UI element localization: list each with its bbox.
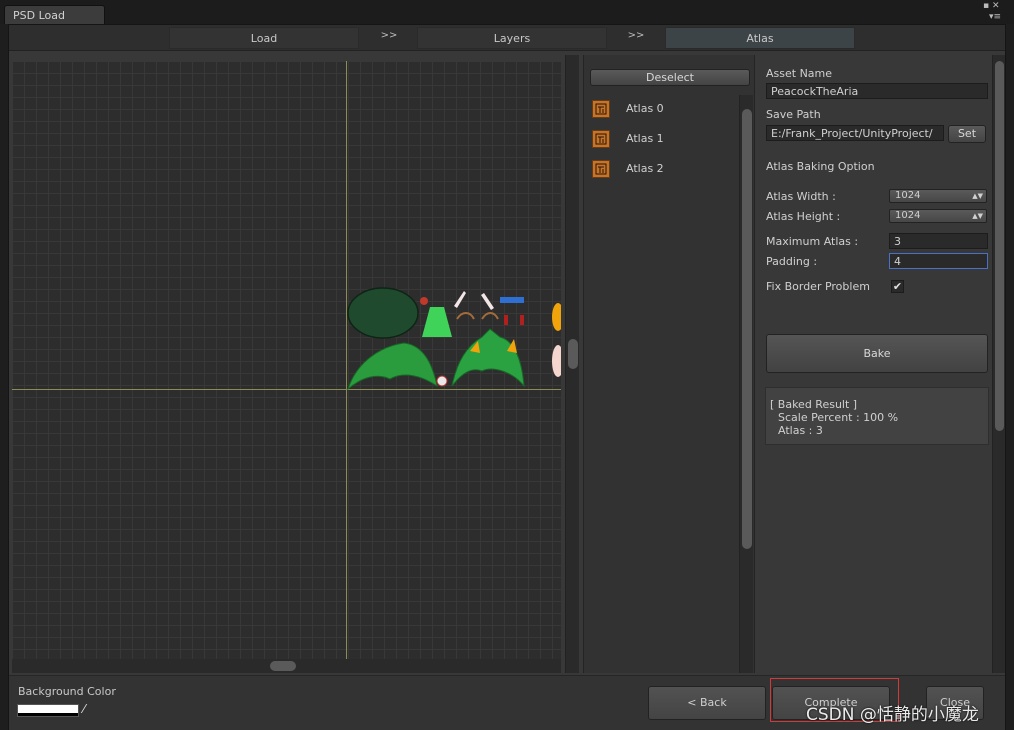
watermark-text: CSDN @恬静的小魔龙 (806, 705, 979, 725)
background-color-label: Background Color (18, 685, 116, 698)
save-path-field[interactable]: E:/Frank_Project/UnityProject/ (766, 125, 944, 141)
atlas-height-value: 1024 (895, 210, 921, 221)
atlas-texture-icon (592, 160, 610, 178)
atlas-list-scrollbar[interactable] (739, 95, 753, 673)
step-bar: Load >> Layers >> Atlas (9, 25, 1005, 51)
atlas-height-label: Atlas Height : (766, 210, 841, 223)
atlas-preview-canvas[interactable] (12, 61, 561, 661)
atlas-settings-panel: Asset Name PeacockTheAria Save Path E:/F… (760, 55, 990, 673)
step-arrow: >> (380, 30, 398, 41)
atlas-list-item[interactable]: Atlas 0 (590, 98, 730, 124)
close-window-icon[interactable]: ✕ (992, 1, 1000, 11)
psd-load-window: Load >> Layers >> Atlas Deselect Atlas 0… (8, 24, 1006, 730)
atlas-width-label: Atlas Width : (766, 190, 836, 203)
baked-result-scale: Scale Percent : 100 % (778, 411, 899, 424)
context-menu-icon[interactable]: ▾≡ (989, 12, 1001, 22)
background-color-swatch[interactable] (17, 704, 79, 717)
step-arrow: >> (627, 30, 645, 41)
canvas-horizontal-scrollbar[interactable] (12, 659, 561, 673)
atlas-list-panel: Deselect Atlas 0 Atlas 1 Atlas 2 (583, 55, 755, 673)
max-atlas-label: Maximum Atlas : (766, 235, 859, 248)
atlas-list-item[interactable]: Atlas 2 (590, 158, 730, 184)
atlas-sprites-preview (346, 287, 561, 391)
bake-button[interactable]: Bake (766, 334, 988, 373)
atlas-item-label: Atlas 2 (626, 162, 664, 175)
baked-result-box: [ Baked Result ] Scale Percent : 100 % A… (765, 387, 989, 445)
set-path-button[interactable]: Set (948, 125, 986, 143)
scrollbar-thumb[interactable] (568, 339, 578, 369)
back-button[interactable]: < Back (648, 686, 766, 720)
window-tab[interactable]: PSD Load (4, 5, 105, 24)
scrollbar-thumb[interactable] (995, 61, 1004, 431)
fix-border-checkbox[interactable]: ✔ (891, 280, 904, 293)
asset-name-label: Asset Name (766, 67, 833, 80)
title-bar: PSD Load ▪ ✕ ▾≡ (0, 0, 1014, 24)
baked-result-title: [ Baked Result ] (770, 398, 858, 411)
max-atlas-field[interactable]: 3 (889, 233, 988, 249)
atlas-list-item[interactable]: Atlas 1 (590, 128, 730, 154)
atlas-texture-icon (592, 130, 610, 148)
fix-border-label: Fix Border Problem (766, 280, 870, 293)
atlas-width-value: 1024 (895, 190, 921, 201)
checkmark-icon: ✔ (892, 280, 903, 293)
padding-field[interactable]: 4 (889, 253, 988, 269)
dropdown-arrow-icon: ▲▼ (972, 192, 983, 200)
padding-label: Padding : (766, 255, 818, 268)
atlas-item-label: Atlas 0 (626, 102, 664, 115)
asset-name-field[interactable]: PeacockTheAria (766, 83, 988, 99)
baking-option-label: Atlas Baking Option (766, 160, 875, 173)
save-path-label: Save Path (766, 108, 821, 121)
eyedropper-icon[interactable]: ⁄ (83, 702, 85, 716)
scrollbar-thumb[interactable] (270, 661, 296, 671)
atlas-texture-icon (592, 100, 610, 118)
dropdown-arrow-icon: ▲▼ (972, 212, 983, 220)
atlas-height-dropdown[interactable]: 1024 ▲▼ (889, 209, 987, 223)
baked-result-atlas: Atlas : 3 (778, 424, 823, 437)
maximize-icon[interactable]: ▪ (983, 1, 989, 11)
deselect-button[interactable]: Deselect (590, 69, 750, 86)
atlas-item-label: Atlas 1 (626, 132, 664, 145)
canvas-vertical-scrollbar[interactable] (565, 55, 579, 673)
scrollbar-thumb[interactable] (742, 109, 752, 549)
step-atlas[interactable]: Atlas (665, 27, 855, 49)
atlas-width-dropdown[interactable]: 1024 ▲▼ (889, 189, 987, 203)
settings-scrollbar[interactable] (992, 55, 1005, 673)
step-load[interactable]: Load (169, 27, 359, 49)
step-layers[interactable]: Layers (417, 27, 607, 49)
